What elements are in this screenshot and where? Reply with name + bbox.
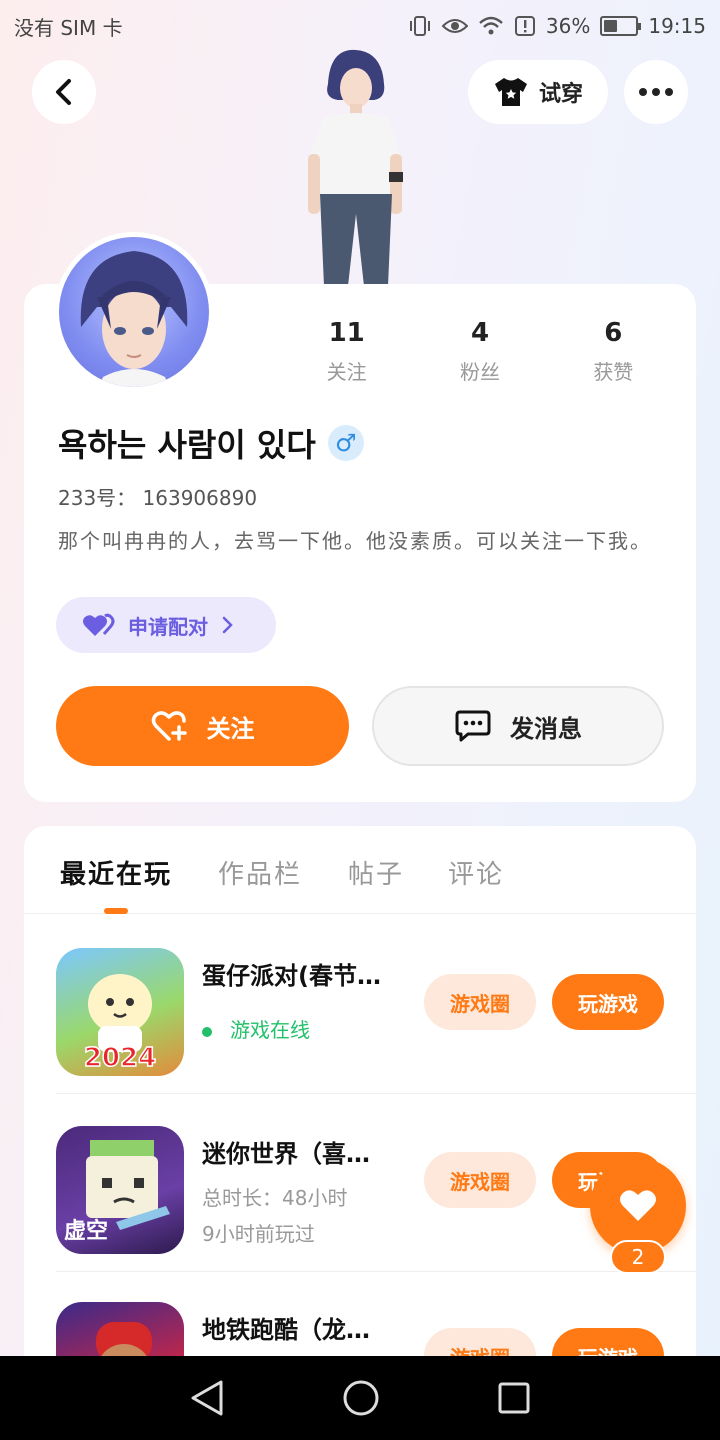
battery-percent: 36% bbox=[545, 14, 591, 38]
carrier-label: 没有 SIM 卡 bbox=[14, 15, 123, 40]
home-circle-icon[interactable] bbox=[342, 1379, 380, 1417]
stat-likes[interactable]: 6 获赞 bbox=[547, 316, 680, 385]
online-status-text: 游戏在线 bbox=[230, 1018, 310, 1042]
alert-icon bbox=[514, 16, 535, 36]
game-icon-eggy-party[interactable]: 2024 bbox=[56, 948, 184, 1076]
user-id: 233号： 163906890 bbox=[58, 486, 258, 510]
heart-plus-icon bbox=[151, 711, 187, 741]
eye-icon bbox=[441, 19, 468, 33]
game-icon-badge: 虚空 bbox=[64, 1218, 108, 1244]
game-playtime: 总时长：48小时 bbox=[202, 1186, 348, 1210]
try-on-label: 试穿 bbox=[538, 82, 583, 107]
send-message-button[interactable]: 发消息 bbox=[372, 686, 664, 766]
stats-row: 11 关注 4 粉丝 6 获赞 bbox=[280, 316, 680, 385]
battery-icon bbox=[600, 16, 642, 36]
vibrate-icon bbox=[409, 16, 430, 36]
chat-bubble-icon bbox=[455, 710, 491, 742]
wifi-icon bbox=[479, 16, 503, 35]
avatar[interactable] bbox=[54, 232, 214, 392]
stat-following[interactable]: 11 关注 bbox=[280, 316, 413, 385]
tab-comments[interactable]: 评论 bbox=[448, 854, 504, 891]
game-title: 地铁跑酷（龙… bbox=[202, 1316, 370, 1344]
back-triangle-icon[interactable] bbox=[189, 1379, 225, 1417]
username-row: 욕하는 사람이 있다 ♂ bbox=[58, 420, 364, 466]
tshirt-icon bbox=[494, 78, 527, 106]
recents-square-icon[interactable] bbox=[497, 1381, 531, 1415]
bio: 那个叫冉冉的人，去骂一下他。他没素质。可以关注一下我。 bbox=[58, 529, 652, 553]
follow-label: 关注 bbox=[206, 714, 255, 743]
likes-count: 6 bbox=[604, 318, 623, 348]
avatar-3d-character bbox=[308, 49, 403, 286]
avatar-portrait bbox=[80, 251, 188, 387]
online-indicator bbox=[202, 1026, 212, 1037]
like-count-badge: 2 bbox=[610, 1240, 666, 1274]
game-icon-badge: 2024 bbox=[84, 1043, 156, 1073]
play-game-button[interactable]: 玩游戏 bbox=[552, 974, 664, 1030]
male-icon: ♂ bbox=[327, 425, 364, 461]
following-label: 关注 bbox=[326, 360, 367, 384]
tab-bar: 最近在玩 作品栏 帖子 评论 bbox=[24, 826, 696, 914]
game-circle-button[interactable]: 游戏圈 bbox=[424, 1152, 536, 1208]
back-button[interactable] bbox=[32, 60, 96, 124]
content-card: 最近在玩 作品栏 帖子 评论 2024 蛋仔派对(春节… 游戏在线 游戏圈 玩游… bbox=[24, 826, 696, 1386]
username: 욕하는 사람이 있다 bbox=[58, 426, 316, 464]
send-message-label: 发消息 bbox=[510, 714, 582, 743]
more-dots-icon bbox=[639, 88, 647, 96]
heart-icon bbox=[620, 1190, 656, 1221]
fans-count: 4 bbox=[470, 318, 490, 348]
clock: 19:15 bbox=[648, 14, 706, 38]
follow-button[interactable]: 关注 bbox=[56, 686, 349, 766]
game-title: 蛋仔派对(春节… bbox=[202, 962, 381, 990]
fans-label: 粉丝 bbox=[459, 360, 500, 384]
tab-indicator bbox=[104, 908, 128, 914]
game-row[interactable]: 虚空 迷你世界（喜… 总时长：48小时 9小时前玩过 游戏圈 玩游戏 bbox=[56, 1096, 696, 1272]
game-status: 游戏在线 bbox=[202, 1014, 310, 1043]
stat-fans[interactable]: 4 粉丝 bbox=[413, 316, 546, 385]
tab-recent-playing[interactable]: 最近在玩 bbox=[60, 854, 172, 891]
likes-label: 获赞 bbox=[593, 360, 634, 384]
apply-match-button[interactable]: 申请配对 bbox=[56, 597, 276, 653]
game-circle-button[interactable]: 游戏圈 bbox=[424, 974, 536, 1030]
following-count: 11 bbox=[328, 318, 365, 348]
game-icon-mini-world[interactable]: 虚空 bbox=[56, 1126, 184, 1254]
game-row[interactable]: 2024 蛋仔派对(春节… 游戏在线 游戏圈 玩游戏 bbox=[56, 918, 696, 1094]
chevron-left-icon bbox=[56, 79, 71, 105]
game-title: 迷你世界（喜… bbox=[202, 1140, 370, 1168]
chevron-right-icon bbox=[222, 616, 233, 634]
try-on-button[interactable]: 试穿 bbox=[468, 60, 608, 124]
double-heart-icon bbox=[83, 613, 115, 636]
apply-match-label: 申请配对 bbox=[128, 614, 208, 639]
tab-works[interactable]: 作品栏 bbox=[218, 854, 302, 891]
system-nav-bar bbox=[0, 1356, 720, 1440]
more-options-button[interactable] bbox=[624, 60, 688, 124]
tab-posts[interactable]: 帖子 bbox=[348, 854, 404, 891]
game-last-played: 9小时前玩过 bbox=[202, 1222, 315, 1246]
